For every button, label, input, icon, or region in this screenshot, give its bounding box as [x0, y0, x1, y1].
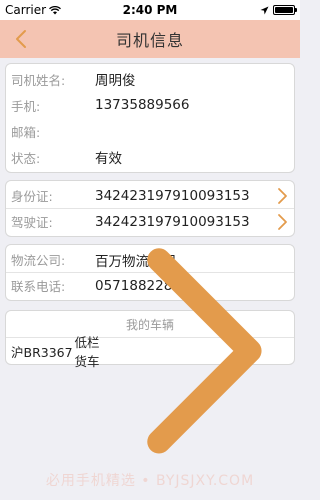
license-value: 342423197910093153 [95, 213, 250, 230]
driver-name-label: 司机姓名: [11, 72, 66, 88]
chevron-left-icon [16, 30, 26, 48]
chevron-right-icon [278, 213, 287, 230]
back-button[interactable] [6, 20, 36, 58]
license-label: 驾驶证: [11, 215, 53, 230]
id-card-value: 342423197910093153 [95, 187, 250, 204]
status-time: 2:40 PM [122, 3, 178, 17]
carrier-label: Carrier [5, 3, 47, 17]
page-title: 司机信息 [115, 31, 184, 50]
license-row[interactable]: 驾驶证: 342423197910093153 [11, 209, 289, 234]
location-arrow-icon [260, 6, 269, 14]
status-right [205, 5, 297, 15]
status-row: 状态: 有效 [11, 144, 289, 170]
email-label: 邮箱: [11, 124, 41, 140]
vehicle-item[interactable]: 沪BR3367 低栏货车 [11, 248, 289, 454]
status-left: Carrier [5, 3, 95, 17]
documents-card: 身份证: 342423197910093153 驾驶证: 34242319791… [5, 180, 295, 237]
navigation-bar: 司机信息 [0, 20, 300, 58]
vehicles-card: 我的车辆 沪BR3367 低栏货车 [5, 248, 295, 454]
phone-row: 手机: 13735889566 [11, 92, 289, 118]
wifi-icon [49, 5, 61, 14]
status-bar: Carrier 2:40 PM [0, 0, 300, 20]
id-card-row[interactable]: 身份证: 342423197910093153 [11, 183, 289, 208]
phone-value[interactable]: 13735889566 [95, 97, 189, 113]
driver-name-value: 周明俊 [95, 73, 136, 89]
chevron-right-icon [147, 248, 262, 454]
contact-label: 联系电话: [11, 279, 66, 294]
vehicle-type: 低栏货车 [74, 335, 100, 369]
status-value: 有效 [95, 151, 122, 167]
battery-icon [272, 5, 297, 15]
watermark: 必用手机精选 • BYJSJXY.COM [45, 473, 255, 489]
chevron-right-icon [278, 187, 287, 204]
driver-name-row: 司机姓名: 周明俊 [11, 66, 289, 92]
vehicle-plate: 沪BR3367 [11, 344, 73, 360]
driver-info-card: 司机姓名: 周明俊 手机: 13735889566 邮箱: 状态: 有效 [5, 63, 295, 173]
phone-label: 手机: [11, 98, 41, 114]
battery-fill [274, 7, 293, 13]
email-row: 邮箱: [11, 118, 289, 144]
status-label: 状态: [11, 150, 41, 166]
id-card-label: 身份证: [11, 189, 53, 204]
company-label: 物流公司: [11, 253, 66, 268]
